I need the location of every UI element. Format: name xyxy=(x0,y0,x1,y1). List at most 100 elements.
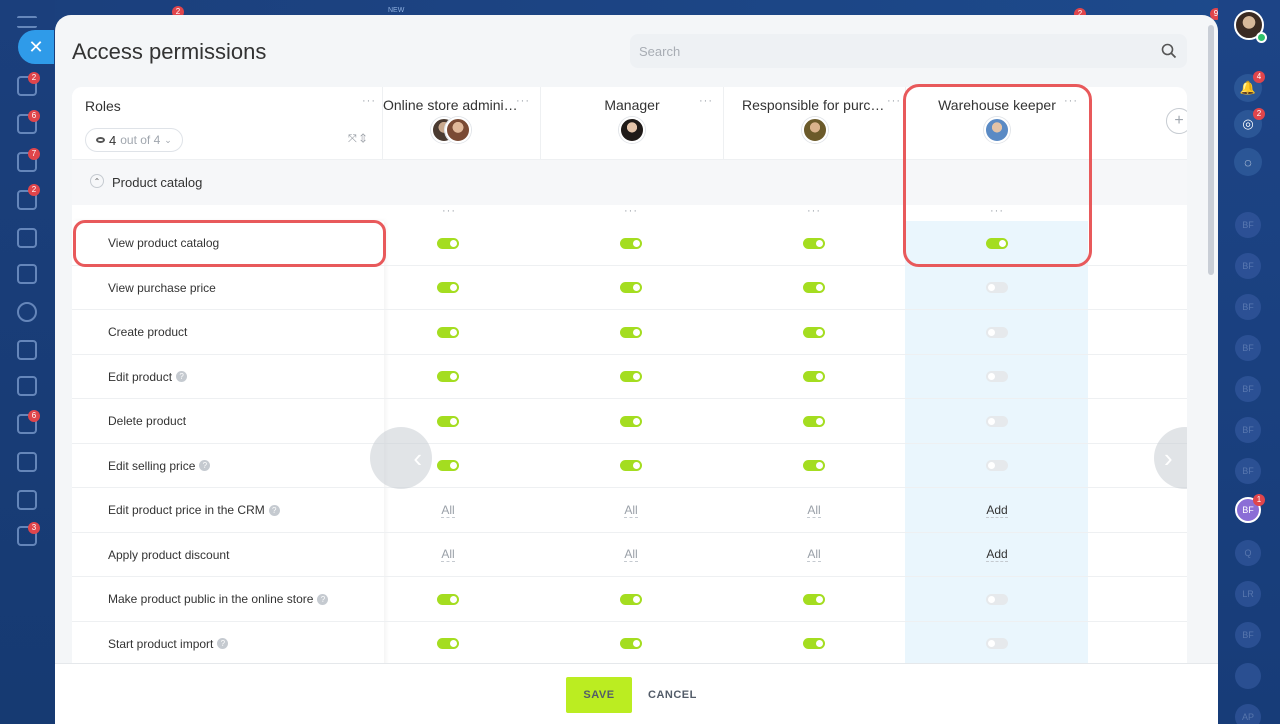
help-icon[interactable]: ? xyxy=(217,638,229,649)
toggle-on[interactable] xyxy=(437,415,459,427)
permission-label: Delete product xyxy=(108,414,186,428)
section-product-catalog[interactable]: ⌃ Product catalog xyxy=(72,159,1187,205)
contact-avatar[interactable]: BF xyxy=(1235,335,1261,361)
column-actions-icon[interactable]: ··· xyxy=(624,205,638,217)
toggle-on[interactable] xyxy=(437,638,459,649)
permission-cell xyxy=(774,444,854,488)
contact-avatar[interactable]: BF xyxy=(1235,212,1261,238)
toggle-on[interactable] xyxy=(803,415,825,427)
column-actions-icon[interactable]: ··· xyxy=(442,205,456,217)
toggle-on[interactable] xyxy=(620,593,642,605)
menu-icon[interactable] xyxy=(17,16,37,28)
column-header-responsible-purchasing[interactable]: Responsible for purch... ··· xyxy=(723,87,905,159)
help-icon[interactable]: ? xyxy=(317,593,329,605)
toggle-on[interactable] xyxy=(803,326,825,338)
column-more-icon[interactable]: ··· xyxy=(1064,95,1078,107)
rail-badge: 7 xyxy=(28,148,40,160)
toggle-off[interactable] xyxy=(986,460,1008,471)
column-actions-icon[interactable]: ··· xyxy=(990,205,1004,217)
value-dropdown[interactable]: All xyxy=(807,503,821,518)
permission-label: Create product xyxy=(108,325,187,339)
toggle-on[interactable] xyxy=(437,371,459,382)
permission-cell xyxy=(774,221,854,265)
toggle-off[interactable] xyxy=(986,282,1008,293)
value-dropdown[interactable]: All xyxy=(441,547,455,562)
scroll-left-button[interactable]: ‹ xyxy=(370,427,432,489)
chevron-up-icon[interactable]: ⌃ xyxy=(90,174,104,188)
value-dropdown[interactable]: All xyxy=(807,547,821,562)
cancel-button[interactable]: CANCEL xyxy=(640,677,705,713)
contact-avatar[interactable]: Q xyxy=(1235,540,1261,566)
add-role-button[interactable]: + xyxy=(1166,108,1187,134)
chart-icon[interactable] xyxy=(17,490,37,510)
toggle-on[interactable] xyxy=(620,638,642,649)
roles-more-icon[interactable]: ··· xyxy=(362,95,376,107)
contact-avatar[interactable]: BF xyxy=(1235,376,1261,402)
toggle-on[interactable] xyxy=(437,326,459,338)
contact-avatar[interactable] xyxy=(1235,663,1261,689)
permission-label-text: Apply product discount xyxy=(108,547,230,562)
close-slider-button[interactable]: ✕ xyxy=(18,30,54,64)
cart-icon[interactable] xyxy=(17,340,37,360)
toggle-on[interactable] xyxy=(803,593,825,605)
value-dropdown[interactable]: All xyxy=(624,503,638,518)
column-more-icon[interactable]: ··· xyxy=(699,95,713,107)
search-icon[interactable] xyxy=(1161,43,1177,59)
column-header-manager[interactable]: Manager ··· xyxy=(540,87,723,159)
toggle-on[interactable] xyxy=(803,237,825,249)
add-value-link[interactable]: Add xyxy=(986,503,1008,518)
contact-avatar[interactable]: LR xyxy=(1235,581,1261,607)
permission-cell xyxy=(774,577,854,621)
role-avatar xyxy=(445,117,471,143)
toggle-on[interactable] xyxy=(620,326,642,338)
value-dropdown[interactable]: All xyxy=(441,503,455,518)
contact-avatar[interactable]: BF xyxy=(1235,417,1261,443)
contact-avatar[interactable]: AP xyxy=(1235,704,1261,724)
toggle-on[interactable] xyxy=(437,282,459,293)
column-header-online-store-admin[interactable]: Online store administr... ··· xyxy=(382,87,540,159)
help-icon[interactable]: ? xyxy=(176,371,188,382)
toggle-on[interactable] xyxy=(620,237,642,249)
column-more-icon[interactable]: ··· xyxy=(516,95,530,107)
toggle-on[interactable] xyxy=(803,460,825,471)
contact-avatar[interactable]: BF xyxy=(1235,294,1261,320)
box-icon[interactable] xyxy=(17,376,37,396)
pen-icon[interactable] xyxy=(17,452,37,472)
toggle-off[interactable] xyxy=(986,638,1008,649)
toggle-on[interactable] xyxy=(620,282,642,293)
save-button[interactable]: SAVE xyxy=(566,677,632,713)
toggle-off[interactable] xyxy=(986,326,1008,338)
calendar-icon[interactable] xyxy=(17,228,37,248)
toggle-on[interactable] xyxy=(437,460,459,471)
chat-icon[interactable]: ◌ xyxy=(1234,148,1262,176)
toggle-on[interactable] xyxy=(803,638,825,649)
help-icon[interactable]: ? xyxy=(199,460,211,471)
toggle-on[interactable] xyxy=(620,460,642,471)
toggle-on[interactable] xyxy=(620,415,642,427)
toggle-on[interactable] xyxy=(986,237,1008,249)
contact-avatar[interactable]: BF xyxy=(1235,458,1261,484)
toggle-off[interactable] xyxy=(986,415,1008,427)
contact-avatar[interactable]: BF xyxy=(1235,253,1261,279)
toggle-on[interactable] xyxy=(620,371,642,382)
toggle-on[interactable] xyxy=(437,593,459,605)
toggle-on[interactable] xyxy=(803,282,825,293)
target-icon[interactable] xyxy=(17,302,37,322)
toggle-on[interactable] xyxy=(803,371,825,382)
toggle-off[interactable] xyxy=(986,371,1008,382)
vertical-scrollbar[interactable] xyxy=(1208,25,1214,275)
add-value-link[interactable]: Add xyxy=(986,547,1008,562)
roles-filter-chip[interactable]: 4 out of 4 ⌄ xyxy=(85,128,183,152)
toggle-off[interactable] xyxy=(986,593,1008,605)
column-title: Warehouse keeper xyxy=(938,97,1056,113)
toggle-on[interactable] xyxy=(437,237,459,249)
collapse-expand-icon[interactable]: ⤧ ⇕ xyxy=(348,133,366,146)
search-input[interactable]: Search xyxy=(630,34,1187,68)
contact-avatar[interactable]: BF xyxy=(1235,622,1261,648)
column-header-warehouse-keeper[interactable]: Warehouse keeper ··· xyxy=(905,87,1088,159)
column-more-icon[interactable]: ··· xyxy=(887,95,901,107)
value-dropdown[interactable]: All xyxy=(624,547,638,562)
help-icon[interactable]: ? xyxy=(268,504,280,516)
store-icon[interactable] xyxy=(17,264,37,284)
column-actions-icon[interactable]: ··· xyxy=(807,205,821,217)
